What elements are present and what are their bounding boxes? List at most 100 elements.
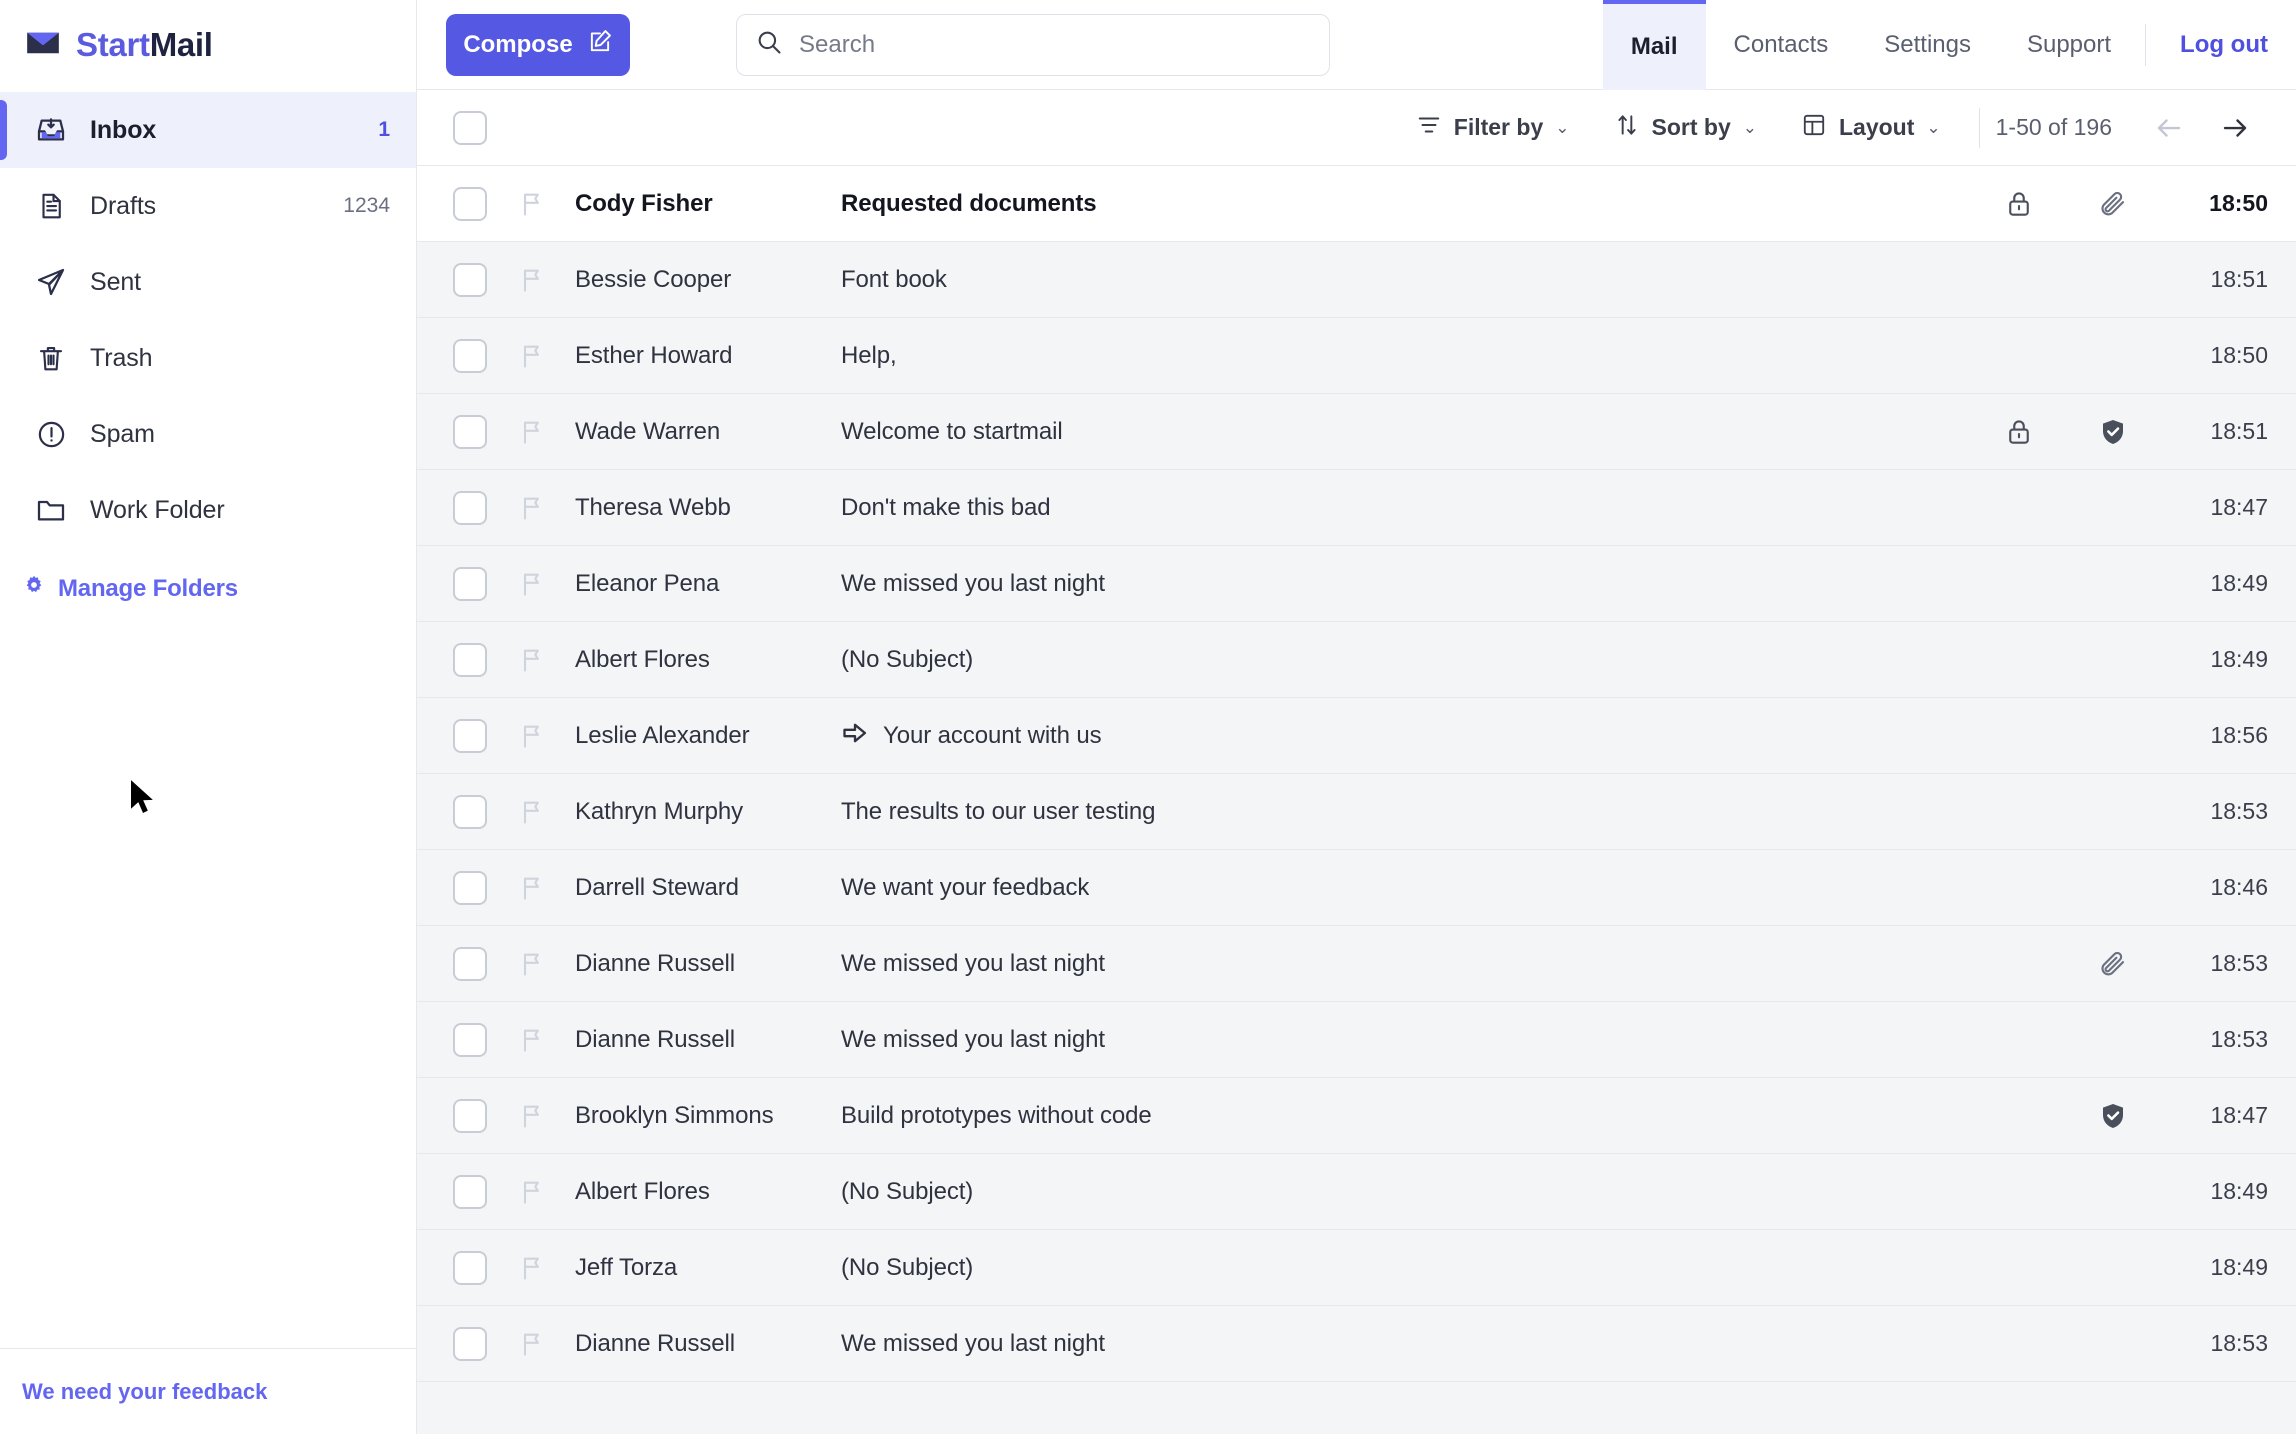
email-row[interactable]: Brooklyn Simmons Build prototypes without… [417, 1078, 2296, 1154]
email-row[interactable]: Leslie Alexander Your account with us 18:5… [417, 698, 2296, 774]
flag-icon[interactable] [517, 570, 547, 598]
sidebar-footer: We need your feedback [0, 1348, 416, 1434]
search-box[interactable] [736, 13, 1330, 76]
flag-icon[interactable] [517, 874, 547, 902]
flag-icon[interactable] [517, 1102, 547, 1130]
flag-icon[interactable] [517, 722, 547, 750]
sidebar-item-label: Sent [90, 267, 142, 296]
email-time: 18:50 [2209, 190, 2268, 216]
sidebar-item-trash[interactable]: Trash [0, 320, 416, 396]
logout-button[interactable]: Log out [2152, 31, 2296, 59]
email-row-checkbox[interactable] [453, 1250, 487, 1285]
flag-icon[interactable] [517, 190, 547, 218]
email-subject: We missed you last night [841, 1025, 1105, 1053]
flag-icon[interactable] [517, 1026, 547, 1054]
compose-button-label: Compose [463, 30, 573, 58]
email-row-checkbox[interactable] [453, 1098, 487, 1133]
email-row-checkbox[interactable] [453, 870, 487, 905]
email-row[interactable]: Esther Howard Help, 18:50 [417, 318, 2296, 394]
layout-grid-icon [1801, 112, 1827, 144]
next-page-button[interactable] [2202, 113, 2268, 143]
email-row[interactable]: Albert Flores (No Subject) 18:49 [417, 622, 2296, 698]
email-row[interactable]: Wade Warren Welcome to startmail 18:51 [417, 394, 2296, 470]
email-row[interactable]: Bessie Cooper Font book 18:51 [417, 242, 2296, 318]
email-row[interactable]: Dianne Russell We missed you last night 18… [417, 1306, 2296, 1382]
attachment-icon [2066, 949, 2160, 979]
brand-logo[interactable]: StartMail [0, 0, 416, 90]
sidebar-item-label: Work Folder [90, 495, 225, 524]
gear-icon [22, 574, 46, 603]
nav-item-mail[interactable]: Mail [1602, 0, 1706, 90]
email-row-checkbox[interactable] [453, 1174, 487, 1209]
paper-plane-icon [34, 265, 68, 299]
email-row-checkbox[interactable] [453, 794, 487, 829]
email-row-checkbox[interactable] [453, 718, 487, 753]
flag-icon[interactable] [517, 1178, 547, 1206]
manage-folders-button[interactable]: Manage Folders [0, 574, 416, 603]
nav-item-settings[interactable]: Settings [1856, 0, 1999, 90]
email-row-checkbox[interactable] [453, 338, 487, 373]
email-row[interactable]: Dianne Russell We missed you last night 18… [417, 926, 2296, 1002]
email-row[interactable]: Cody Fisher Requested documents 18:50 [417, 166, 2296, 242]
email-time: 18:49 [2210, 1254, 2268, 1280]
trash-icon [34, 341, 68, 375]
email-row[interactable]: Dianne Russell We missed you last night 18… [417, 1002, 2296, 1078]
email-time: 18:51 [2210, 266, 2268, 292]
email-row-checkbox[interactable] [453, 186, 487, 221]
email-subject-cell: (No Subject) [841, 646, 1972, 674]
flag-icon[interactable] [517, 798, 547, 826]
sidebar-item-label: Inbox [90, 115, 157, 144]
email-row[interactable]: Kathryn Murphy The results to our user te… [417, 774, 2296, 850]
sort-by-button[interactable]: Sort by ⌄ [1592, 112, 1779, 144]
email-subject-cell: We missed you last night [841, 570, 1972, 598]
sidebar-item-spam[interactable]: Spam [0, 396, 416, 472]
select-all-checkbox[interactable] [453, 110, 487, 145]
toolbar-controls: Filter by ⌄ Sort by ⌄ Layout ⌄ 1-50 of 1… [1394, 107, 2268, 148]
prev-page-button[interactable] [2136, 113, 2202, 143]
email-row-checkbox[interactable] [453, 566, 487, 601]
email-row-checkbox[interactable] [453, 1022, 487, 1057]
email-subject: We missed you last night [841, 1329, 1105, 1357]
flag-icon[interactable] [517, 1254, 547, 1282]
sidebar-item-drafts[interactable]: Drafts 1234 [0, 168, 416, 244]
email-row[interactable]: Jeff Torza (No Subject) 18:49 [417, 1230, 2296, 1306]
email-subject-cell: We missed you last night [841, 1026, 1972, 1054]
email-time: 18:51 [2210, 418, 2268, 444]
filter-by-button[interactable]: Filter by ⌄ [1394, 112, 1592, 144]
flag-icon[interactable] [517, 1330, 547, 1358]
flag-icon[interactable] [517, 418, 547, 446]
flag-icon[interactable] [517, 494, 547, 522]
sidebar-item-inbox[interactable]: Inbox 1 [0, 92, 416, 168]
nav-item-support[interactable]: Support [1999, 0, 2139, 90]
layout-button[interactable]: Layout ⌄ [1779, 112, 1963, 144]
email-row[interactable]: Darrell Steward We want your feedback 18:4… [417, 850, 2296, 926]
nav-item-contacts[interactable]: Contacts [1706, 0, 1857, 90]
flag-icon[interactable] [517, 950, 547, 978]
sidebar-item-work-folder[interactable]: Work Folder [0, 472, 416, 548]
email-row-checkbox[interactable] [453, 642, 487, 677]
email-row-checkbox[interactable] [453, 414, 487, 449]
email-subject: Help, [841, 341, 897, 369]
flag-icon[interactable] [517, 266, 547, 294]
flag-icon[interactable] [517, 646, 547, 674]
layout-label: Layout [1838, 114, 1915, 140]
email-sender: Eleanor Pena [575, 569, 720, 597]
sort-arrows-icon [1614, 112, 1640, 144]
compose-button[interactable]: Compose [446, 13, 630, 76]
sidebar-item-sent[interactable]: Sent [0, 244, 416, 320]
toolbar-divider [1978, 107, 1980, 148]
email-row[interactable]: Albert Flores (No Subject) 18:49 [417, 1154, 2296, 1230]
search-input[interactable] [799, 30, 1311, 59]
email-row[interactable]: Theresa Webb Don't make this bad 18:47 [417, 470, 2296, 546]
pagination-count: 1-50 of 196 [1995, 114, 2112, 140]
email-row[interactable]: Eleanor Pena We missed you last night 18:4… [417, 546, 2296, 622]
email-time: 18:49 [2210, 570, 2268, 596]
email-row-checkbox[interactable] [453, 946, 487, 981]
folder-list: Inbox 1 Drafts 1234 Sent Trash Spam Work… [0, 90, 416, 548]
feedback-link[interactable]: We need your feedback [22, 1379, 267, 1405]
email-row-checkbox[interactable] [453, 490, 487, 525]
brand-part-one: Start [76, 26, 150, 63]
email-row-checkbox[interactable] [453, 262, 487, 297]
flag-icon[interactable] [517, 342, 547, 370]
email-row-checkbox[interactable] [453, 1326, 487, 1361]
